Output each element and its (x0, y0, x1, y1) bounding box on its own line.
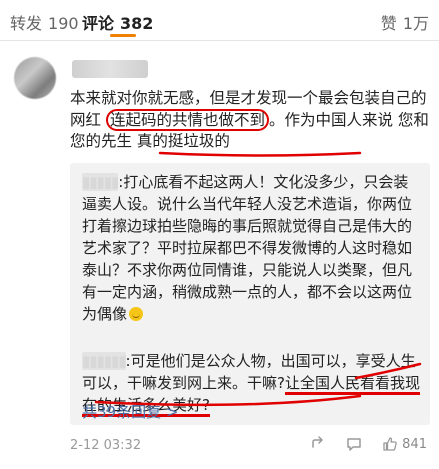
comment-icon (347, 438, 361, 451)
tab-comments-count: 382 (120, 14, 154, 33)
share-button[interactable] (310, 436, 326, 452)
avatar[interactable] (14, 57, 56, 99)
active-tab-indicator (110, 34, 136, 37)
tab-reposts-label: 转发 (10, 14, 43, 33)
tab-likes-count: 1万 (402, 14, 429, 33)
reply-button[interactable] (346, 436, 362, 452)
comment-actions: 841 (310, 436, 427, 452)
comment-body: 本来就对你就无感，但是才发现一个最会包装自己的网红 连起码的共情也做不到 。作为中… (70, 88, 432, 153)
share-icon (312, 436, 323, 448)
reply-text: :打心底看不起这两人！文化没多少，只会装逼卖人设。说什么当代年轻人没艺术造诣，你… (82, 173, 413, 323)
reply-item: ▮▮▮▮▮:打心底看不起这两人！文化没多少，只会装逼卖人设。说什么当代年轻人没艺… (82, 171, 422, 325)
thumbs-up-icon (383, 437, 397, 451)
like-button[interactable]: 841 (382, 436, 427, 452)
tab-comments-label: 评论 (82, 14, 115, 33)
comment-timestamp: 2-12 03:32 (70, 438, 142, 453)
comment-tab-bar: 转发 190 评论 382 赞 1万 (0, 0, 439, 41)
like-count: 841 (402, 436, 427, 452)
tab-likes[interactable]: 赞 1万 (381, 10, 429, 34)
smiley-emoji-icon (129, 307, 144, 321)
tab-reposts[interactable]: 转发 190 (10, 10, 79, 34)
reply-box: ▮▮▮▮▮:打心底看不起这两人！文化没多少，只会装逼卖人设。说什么当代年轻人没艺… (70, 163, 430, 425)
tab-reposts-count: 190 (48, 14, 79, 33)
tab-comments[interactable]: 评论 382 (82, 10, 153, 34)
comment-circled-text: 连起码的共情也做不到 (105, 108, 269, 131)
reply-author-blurred[interactable]: ▮▮▮▮▮▮ (82, 352, 127, 370)
username-blurred[interactable] (72, 60, 148, 78)
reply-author-blurred[interactable]: ▮▮▮▮▮ (82, 173, 119, 191)
tab-likes-label: 赞 (380, 14, 397, 33)
more-replies-link[interactable]: 共39条回复 > (82, 401, 178, 422)
